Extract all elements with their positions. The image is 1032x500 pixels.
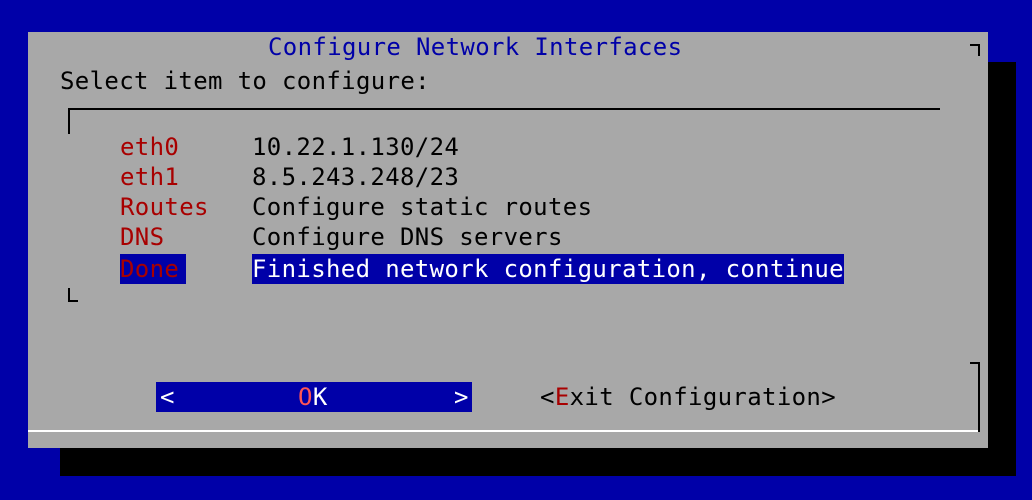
ok-left-bracket: < [160,383,175,411]
ok-right-bracket: > [454,383,469,411]
menu-item-description: Configure static routes [252,193,593,221]
exit-hotkey: E [554,383,570,411]
network-config-dialog: Configure Network Interfaces Select item… [28,32,988,448]
exit-configuration-button[interactable]: <Exit Configuration> [540,382,836,412]
dialog-title: Configure Network Interfaces [268,33,683,61]
menu-item-description: 10.22.1.130/24 [252,133,460,161]
menu-item-tag: Routes [120,193,209,221]
menu-item-description: Finished network configuration, continue [252,254,844,284]
terminal-screen: Configure Network Interfaces Select item… [0,0,1032,500]
menu-box-bottom-tick [68,300,78,302]
ok-label: OK [298,382,328,412]
dialog-frame-bottom [28,430,980,432]
ok-label-rest: K [312,383,328,411]
dialog-frame-right-lower [978,362,980,432]
ok-button[interactable]: < OK > [156,382,472,412]
menu-item-description: Configure DNS servers [252,223,563,251]
menu-item-description: 8.5.243.248/23 [252,163,460,191]
menu-item-tag: Done [120,254,186,284]
exit-label-rest: xit Configuration [569,383,822,411]
menu-item-tag: eth1 [120,163,180,191]
exit-open-bracket: < [540,383,555,411]
menu-item-tag: eth0 [120,133,180,161]
exit-close-bracket: > [821,383,837,411]
menu-box-left [68,108,70,134]
dialog-prompt: Select item to configure: [60,67,430,95]
menu-item-tag: DNS [120,223,165,251]
ok-hotkey: O [298,383,313,411]
dialog-frame-right-tick [970,44,980,46]
menu-box-top [68,108,940,110]
dialog-frame-right-lower-tick [970,362,980,364]
